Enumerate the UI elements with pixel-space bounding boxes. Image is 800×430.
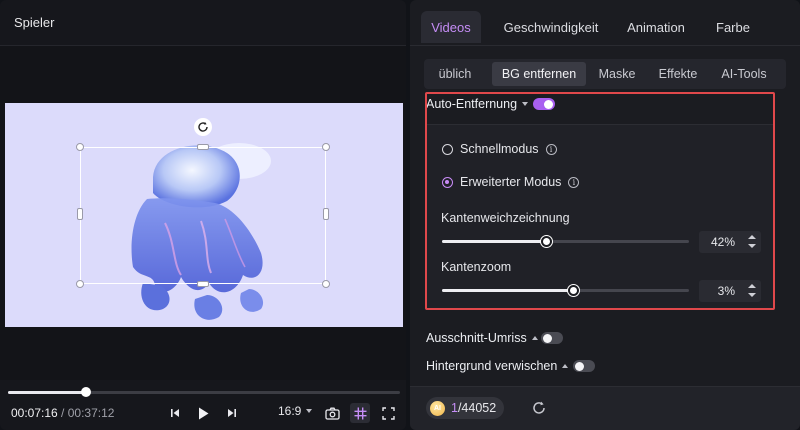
subtab-ai-tools-label: AI-Tools bbox=[721, 67, 767, 81]
playback-timeline[interactable] bbox=[8, 387, 400, 397]
credits-used: 1 bbox=[451, 401, 458, 415]
resize-handle-left[interactable] bbox=[77, 208, 83, 220]
next-frame-button[interactable] bbox=[225, 404, 239, 422]
previous-frame-icon bbox=[171, 409, 179, 417]
fullscreen-icon bbox=[381, 406, 395, 420]
rotate-handle[interactable] bbox=[194, 118, 212, 136]
resize-handle-bottom-right[interactable] bbox=[322, 280, 330, 288]
main-tabs: Videos Geschwindigkeit Animation Farbe bbox=[410, 0, 800, 46]
subtab-mask[interactable]: Maske bbox=[592, 62, 642, 86]
tab-animation-label: Animation bbox=[627, 19, 685, 35]
tab-color[interactable]: Farbe bbox=[708, 11, 758, 43]
grid-icon bbox=[354, 407, 366, 419]
resize-handle-right[interactable] bbox=[323, 208, 329, 220]
credits-total: /44052 bbox=[457, 401, 497, 415]
grid-toggle-button[interactable] bbox=[350, 403, 370, 423]
player-controls: 00:07:16 / 00:37:12 16:9 bbox=[0, 400, 406, 426]
tab-videos-label: Videos bbox=[431, 19, 471, 35]
blur-background-header[interactable]: Hintergrund verwischen bbox=[426, 358, 569, 374]
total-time: 00:37:12 bbox=[67, 406, 115, 420]
ai-coin-icon: AI bbox=[430, 400, 445, 416]
player-panel: Spieler 00:07:16 / 00:37:12 16:9 bbox=[0, 0, 406, 430]
resize-handle-top-left[interactable] bbox=[76, 143, 84, 151]
refresh-icon[interactable] bbox=[530, 399, 548, 417]
subtab-common[interactable]: üblich bbox=[430, 62, 480, 86]
preview-viewport bbox=[0, 46, 406, 380]
play-icon bbox=[198, 407, 208, 419]
subtab-mask-label: Maske bbox=[598, 67, 636, 81]
current-time: 00:07:16 bbox=[11, 406, 58, 420]
timeline-scrubber[interactable] bbox=[81, 387, 92, 397]
cutout-outline-toggle[interactable] bbox=[541, 332, 563, 344]
fullscreen-button[interactable] bbox=[380, 404, 396, 422]
toggle-knob bbox=[543, 333, 552, 343]
player-header: Spieler bbox=[0, 0, 406, 46]
chevron-down-icon bbox=[306, 409, 313, 413]
resize-handle-top[interactable] bbox=[197, 144, 209, 150]
play-button[interactable] bbox=[196, 404, 210, 422]
subtab-ai-tools[interactable]: AI-Tools bbox=[712, 62, 776, 86]
previous-frame-button[interactable] bbox=[168, 404, 182, 422]
subtab-remove-bg[interactable]: BG entfernen bbox=[492, 62, 586, 86]
time-display: 00:07:16 / 00:37:12 bbox=[11, 406, 114, 420]
tab-speed[interactable]: Geschwindigkeit bbox=[496, 11, 606, 43]
blur-background-toggle[interactable] bbox=[573, 360, 595, 372]
rotate-icon bbox=[198, 122, 208, 132]
aspect-ratio-select[interactable]: 16:9 bbox=[278, 404, 313, 418]
highlight-frame bbox=[425, 92, 775, 310]
subtab-common-label: üblich bbox=[438, 67, 472, 81]
tab-speed-label: Geschwindigkeit bbox=[503, 19, 599, 35]
properties-panel: Videos Geschwindigkeit Animation Farbe ü… bbox=[410, 0, 800, 430]
chevron-up-icon bbox=[562, 364, 569, 368]
time-separator: / bbox=[57, 406, 68, 420]
aspect-ratio-value: 16:9 bbox=[278, 404, 302, 418]
properties-footer: AI 1/44052 bbox=[410, 386, 800, 430]
subtab-effects[interactable]: Effekte bbox=[650, 62, 706, 86]
toggle-knob bbox=[575, 361, 584, 371]
timeline-progress bbox=[8, 391, 87, 394]
resize-handle-bottom-left[interactable] bbox=[76, 280, 84, 288]
resize-handle-top-right[interactable] bbox=[322, 143, 330, 151]
tab-videos[interactable]: Videos bbox=[421, 11, 481, 43]
subtab-remove-bg-label: BG entfernen bbox=[501, 67, 577, 81]
subtab-effects-label: Effekte bbox=[658, 67, 698, 81]
snapshot-button[interactable] bbox=[323, 404, 341, 422]
selection-box[interactable] bbox=[80, 147, 326, 284]
cutout-outline-header[interactable]: Ausschnitt-Umriss bbox=[426, 330, 538, 346]
blur-background-label: Hintergrund verwischen bbox=[426, 359, 558, 373]
camera-icon bbox=[324, 407, 340, 420]
tab-color-label: Farbe bbox=[716, 19, 750, 35]
tab-animation[interactable]: Animation bbox=[618, 11, 694, 43]
sub-tabs: üblich BG entfernen Maske Effekte AI-Too… bbox=[424, 59, 786, 89]
cutout-outline-label: Ausschnitt-Umriss bbox=[426, 331, 527, 345]
ai-credits-badge[interactable]: AI 1/44052 bbox=[426, 397, 505, 419]
player-title: Spieler bbox=[14, 15, 55, 30]
resize-handle-bottom[interactable] bbox=[197, 281, 209, 287]
next-frame-icon bbox=[228, 409, 236, 417]
chevron-up-icon bbox=[531, 336, 538, 340]
